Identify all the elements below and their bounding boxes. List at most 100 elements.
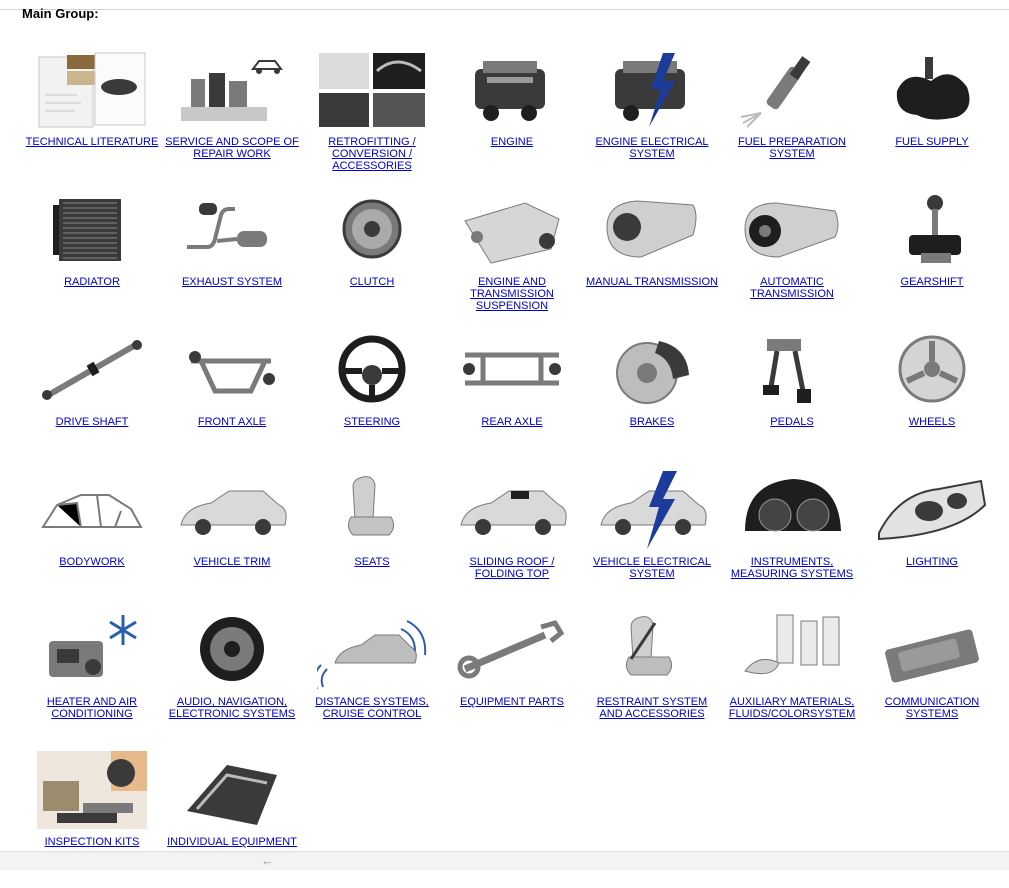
main-group-item[interactable]: AUXILIARY MATERIALS, FLUIDS/COLORSYSTEM: [722, 608, 862, 748]
main-group-item[interactable]: TECHNICAL LITERATURE: [22, 48, 162, 188]
main-group-item[interactable]: STEERING: [302, 328, 442, 468]
main-group-item[interactable]: ENGINE: [442, 48, 582, 188]
main-group-item[interactable]: VEHICLE ELECTRICAL SYSTEM: [582, 468, 722, 608]
main-group-link[interactable]: AUDIO, NAVIGATION, ELECTRONIC SYSTEMS: [164, 696, 300, 720]
engine-transmission-suspension-thumbnail[interactable]: [457, 191, 567, 269]
front-axle-thumbnail[interactable]: [177, 331, 287, 409]
main-group-link[interactable]: FUEL PREPARATION SYSTEM: [724, 136, 860, 160]
main-group-link[interactable]: MANUAL TRANSMISSION: [584, 276, 720, 288]
main-group-link[interactable]: GEARSHIFT: [864, 276, 1000, 288]
main-group-link[interactable]: SEATS: [304, 556, 440, 568]
automatic-transmission-thumbnail[interactable]: [737, 191, 847, 269]
main-group-item[interactable]: CLUTCH: [302, 188, 442, 328]
main-group-item[interactable]: MANUAL TRANSMISSION: [582, 188, 722, 328]
instruments-thumbnail[interactable]: [737, 471, 847, 549]
main-group-link[interactable]: DISTANCE SYSTEMS, CRUISE CONTROL: [304, 696, 440, 720]
manual-transmission-thumbnail[interactable]: [597, 191, 707, 269]
main-group-item[interactable]: FUEL PREPARATION SYSTEM: [722, 48, 862, 188]
auxiliary-materials-thumbnail[interactable]: [737, 611, 847, 689]
main-group-link[interactable]: FUEL SUPPLY: [864, 136, 1000, 148]
main-group-item[interactable]: ENGINE AND TRANSMISSION SUSPENSION: [442, 188, 582, 328]
main-group-link[interactable]: INSTRUMENTS, MEASURING SYSTEMS: [724, 556, 860, 580]
main-group-item[interactable]: COMMUNICATION SYSTEMS: [862, 608, 1002, 748]
main-group-link[interactable]: AUTOMATIC TRANSMISSION: [724, 276, 860, 300]
main-group-link[interactable]: WHEELS: [864, 416, 1000, 428]
brakes-thumbnail[interactable]: [597, 331, 707, 409]
main-group-link[interactable]: SLIDING ROOF / FOLDING TOP: [444, 556, 580, 580]
engine-thumbnail[interactable]: [457, 51, 567, 129]
main-group-link[interactable]: VEHICLE TRIM: [164, 556, 300, 568]
main-group-item[interactable]: INSTRUMENTS, MEASURING SYSTEMS: [722, 468, 862, 608]
main-group-item[interactable]: PEDALS: [722, 328, 862, 468]
main-group-item[interactable]: SERVICE AND SCOPE OF REPAIR WORK: [162, 48, 302, 188]
main-group-item[interactable]: GEARSHIFT: [862, 188, 1002, 328]
main-group-link[interactable]: HEATER AND AIR CONDITIONING: [24, 696, 160, 720]
pedals-thumbnail[interactable]: [737, 331, 847, 409]
main-group-link[interactable]: BRAKES: [584, 416, 720, 428]
retrofitting-thumbnail[interactable]: [317, 51, 427, 129]
main-group-link[interactable]: RETROFITTING / CONVERSION / ACCESSORIES: [304, 136, 440, 172]
main-group-item[interactable]: EQUIPMENT PARTS: [442, 608, 582, 748]
scroll-left-arrow-icon[interactable]: ←: [261, 852, 274, 870]
sliding-roof-thumbnail[interactable]: [457, 471, 567, 549]
main-group-link[interactable]: REAR AXLE: [444, 416, 580, 428]
distance-systems-thumbnail[interactable]: [317, 611, 427, 689]
main-group-link[interactable]: RADIATOR: [24, 276, 160, 288]
main-group-link[interactable]: TECHNICAL LITERATURE: [24, 136, 160, 148]
inspection-kits-thumbnail[interactable]: [37, 751, 147, 829]
main-group-item[interactable]: AUTOMATIC TRANSMISSION: [722, 188, 862, 328]
headlight-thumbnail[interactable]: [877, 471, 987, 549]
heater-ac-thumbnail[interactable]: [37, 611, 147, 689]
service-scope-thumbnail[interactable]: [177, 51, 287, 129]
main-group-item[interactable]: AUDIO, NAVIGATION, ELECTRONIC SYSTEMS: [162, 608, 302, 748]
clutch-thumbnail[interactable]: [317, 191, 427, 269]
main-group-item[interactable]: RETROFITTING / CONVERSION / ACCESSORIES: [302, 48, 442, 188]
main-group-item[interactable]: DRIVE SHAFT: [22, 328, 162, 468]
seat-thumbnail[interactable]: [317, 471, 427, 549]
main-group-link[interactable]: INSPECTION KITS: [24, 836, 160, 848]
main-group-link[interactable]: ENGINE AND TRANSMISSION SUSPENSION: [444, 276, 580, 312]
main-group-link[interactable]: STEERING: [304, 416, 440, 428]
main-group-item[interactable]: SEATS: [302, 468, 442, 608]
wrench-thumbnail[interactable]: [457, 611, 567, 689]
main-group-link[interactable]: COMMUNICATION SYSTEMS: [864, 696, 1000, 720]
main-group-link[interactable]: RESTRAINT SYSTEM AND ACCESSORIES: [584, 696, 720, 720]
fuel-supply-thumbnail[interactable]: [877, 51, 987, 129]
main-group-item[interactable]: WHEELS: [862, 328, 1002, 468]
communication-thumbnail[interactable]: [877, 611, 987, 689]
main-group-link[interactable]: BODYWORK: [24, 556, 160, 568]
main-group-item[interactable]: SLIDING ROOF / FOLDING TOP: [442, 468, 582, 608]
main-group-link[interactable]: VEHICLE ELECTRICAL SYSTEM: [584, 556, 720, 580]
fuel-preparation-thumbnail[interactable]: [737, 51, 847, 129]
main-group-item[interactable]: DISTANCE SYSTEMS, CRUISE CONTROL: [302, 608, 442, 748]
individual-equipment-thumbnail[interactable]: [177, 751, 287, 829]
rear-axle-thumbnail[interactable]: [457, 331, 567, 409]
restraint-system-thumbnail[interactable]: [597, 611, 707, 689]
main-group-link[interactable]: FRONT AXLE: [164, 416, 300, 428]
main-group-link[interactable]: CLUTCH: [304, 276, 440, 288]
main-group-link[interactable]: DRIVE SHAFT: [24, 416, 160, 428]
main-group-item[interactable]: HEATER AND AIR CONDITIONING: [22, 608, 162, 748]
main-group-link[interactable]: SERVICE AND SCOPE OF REPAIR WORK: [164, 136, 300, 160]
main-group-item[interactable]: BODYWORK: [22, 468, 162, 608]
wheel-thumbnail[interactable]: [877, 331, 987, 409]
main-group-item[interactable]: FRONT AXLE: [162, 328, 302, 468]
main-group-link[interactable]: EXHAUST SYSTEM: [164, 276, 300, 288]
vehicle-electrical-thumbnail[interactable]: [597, 471, 707, 549]
bodywork-thumbnail[interactable]: [37, 471, 147, 549]
main-group-item[interactable]: ENGINE ELECTRICAL SYSTEM: [582, 48, 722, 188]
main-group-item[interactable]: BRAKES: [582, 328, 722, 468]
exhaust-thumbnail[interactable]: [177, 191, 287, 269]
main-group-link[interactable]: AUXILIARY MATERIALS, FLUIDS/COLORSYSTEM: [724, 696, 860, 720]
main-group-link[interactable]: ENGINE: [444, 136, 580, 148]
main-group-link[interactable]: EQUIPMENT PARTS: [444, 696, 580, 708]
radiator-thumbnail[interactable]: [37, 191, 147, 269]
speaker-thumbnail[interactable]: [177, 611, 287, 689]
engine-electrical-thumbnail[interactable]: [597, 51, 707, 129]
main-group-item[interactable]: LIGHTING: [862, 468, 1002, 608]
main-group-link[interactable]: PEDALS: [724, 416, 860, 428]
main-group-link[interactable]: ENGINE ELECTRICAL SYSTEM: [584, 136, 720, 160]
main-group-link[interactable]: LIGHTING: [864, 556, 1000, 568]
technical-literature-thumbnail[interactable]: [37, 51, 147, 129]
main-group-item[interactable]: RADIATOR: [22, 188, 162, 328]
